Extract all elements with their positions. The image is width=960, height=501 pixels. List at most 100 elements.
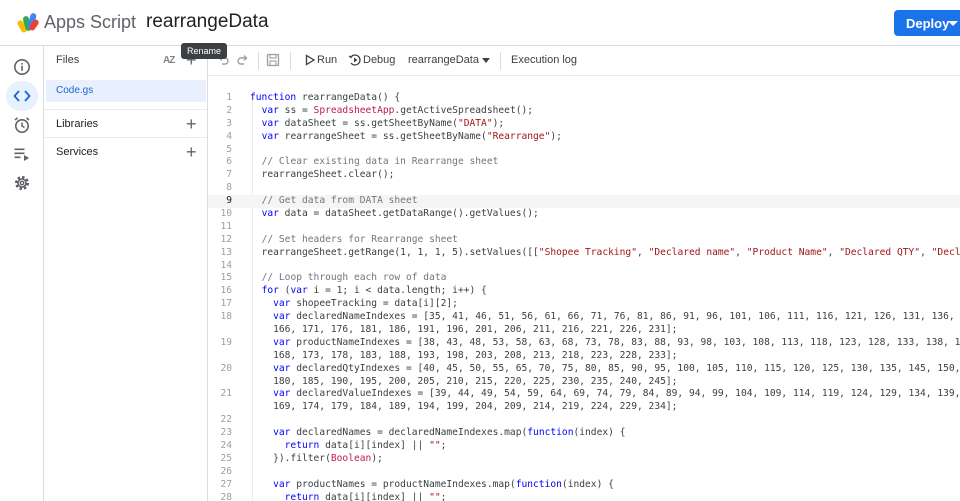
- chevron-down-icon[interactable]: [482, 58, 490, 63]
- code-text[interactable]: var ss = SpreadsheetApp.getActiveSpreads…: [250, 105, 533, 118]
- code-line[interactable]: 24 return data[i][index] || "";: [208, 440, 960, 453]
- code-text[interactable]: rearrangeSheet.getRange(1, 1, 1, 5).setV…: [250, 247, 960, 260]
- code-text[interactable]: var productNames = productNameIndexes.ma…: [250, 479, 614, 492]
- code-line[interactable]: 8: [208, 182, 960, 195]
- code-text[interactable]: }).filter(Boolean);: [250, 453, 383, 466]
- code-line[interactable]: 19 var productNameIndexes = [38, 43, 48,…: [208, 337, 960, 350]
- code-line[interactable]: 6 // Clear existing data in Rearrange sh…: [208, 156, 960, 169]
- code-token: "Product Name": [746, 246, 828, 258]
- code-text[interactable]: var rearrangeSheet = ss.getSheetByName("…: [250, 131, 562, 144]
- code-text[interactable]: var declaredNames = declaredNameIndexes.…: [250, 427, 625, 440]
- chevron-down-icon[interactable]: [948, 21, 958, 26]
- code-token: SpreadsheetApp: [313, 104, 395, 116]
- code-line[interactable]: 11: [208, 221, 960, 234]
- function-select[interactable]: rearrangeData: [408, 54, 479, 66]
- code-token: return: [284, 440, 320, 452]
- project-title[interactable]: rearrangeData: [146, 11, 269, 33]
- code-line[interactable]: 4 var rearrangeSheet = ss.getSheetByName…: [208, 131, 960, 144]
- file-item-label: Code.gs: [56, 85, 94, 96]
- code-line[interactable]: 21 var declaredValueIndexes = [39, 44, 4…: [208, 388, 960, 401]
- deploy-button[interactable]: Deploy: [894, 10, 960, 36]
- code-text[interactable]: 180, 185, 190, 195, 200, 205, 210, 215, …: [250, 376, 677, 389]
- add-service-plus-icon[interactable]: +: [186, 142, 197, 163]
- code-token: 169, 174, 179, 184, 189, 194, 199, 204, …: [250, 401, 678, 413]
- code-line[interactable]: 26: [208, 466, 960, 479]
- code-line[interactable]: 27 var productNames = productNameIndexes…: [208, 479, 960, 492]
- apps-script-logo-icon[interactable]: [16, 11, 40, 35]
- code-line[interactable]: 12 // Set headers for Rearrange sheet: [208, 234, 960, 247]
- code-text[interactable]: for (var i = 1; i < data.length; i++) {: [250, 285, 487, 298]
- code-text[interactable]: 166, 171, 176, 181, 186, 191, 196, 201, …: [250, 324, 677, 337]
- code-text[interactable]: function rearrangeData() {: [250, 92, 400, 105]
- code-line[interactable]: 3 var dataSheet = ss.getSheetByName("DAT…: [208, 118, 960, 131]
- code-token: productNameIndexes = [38, 43, 48, 53, 58…: [290, 336, 960, 348]
- editor-button[interactable]: [6, 81, 38, 111]
- code-line[interactable]: 13 rearrangeSheet.getRange(1, 1, 1, 5).s…: [208, 247, 960, 260]
- add-library-plus-icon[interactable]: +: [186, 114, 197, 135]
- code-token: rearrangeSheet.clear();: [250, 169, 395, 181]
- executions-button[interactable]: [6, 139, 38, 169]
- code-editor[interactable]: 1 function rearrangeData() {2 var ss = Sp…: [208, 76, 960, 501]
- code-text[interactable]: 169, 174, 179, 184, 189, 194, 199, 204, …: [250, 401, 677, 414]
- app-name[interactable]: Apps Script: [44, 12, 136, 33]
- play-icon[interactable]: [303, 53, 317, 67]
- code-line[interactable]: 25 }).filter(Boolean);: [208, 453, 960, 466]
- code-line[interactable]: 17 var shopeeTracking = data[i][2];: [208, 298, 960, 311]
- line-number: 2: [226, 104, 232, 116]
- code-text[interactable]: // Get data from DATA sheet: [250, 195, 418, 208]
- save-icon[interactable]: [266, 53, 280, 67]
- sort-az-icon[interactable]: AZ: [163, 55, 175, 66]
- code-text[interactable]: var declaredQtyIndexes = [40, 45, 50, 55…: [250, 363, 960, 376]
- code-text[interactable]: return data[i][index] || "";: [250, 440, 447, 453]
- overview-button[interactable]: [6, 52, 38, 82]
- code-line[interactable]: 168, 173, 178, 183, 188, 193, 198, 203, …: [208, 350, 960, 363]
- code-text[interactable]: var declaredNameIndexes = [35, 41, 46, 5…: [250, 311, 960, 324]
- code-line[interactable]: 9 // Get data from DATA sheet: [208, 195, 960, 209]
- project-settings-button[interactable]: [6, 168, 38, 198]
- code-line[interactable]: 180, 185, 190, 195, 200, 205, 210, 215, …: [208, 376, 960, 389]
- code-token: "Rearrange": [486, 130, 551, 142]
- code-text[interactable]: // Set headers for Rearrange sheet: [250, 234, 458, 247]
- debug-button[interactable]: Debug: [363, 54, 395, 66]
- redo-icon[interactable]: [236, 53, 250, 67]
- code-text[interactable]: 168, 173, 178, 183, 188, 193, 198, 203, …: [250, 350, 677, 363]
- services-section[interactable]: Services +: [44, 137, 207, 165]
- code-text[interactable]: var declaredValueIndexes = [39, 44, 49, …: [250, 388, 960, 401]
- execution-log-button[interactable]: Execution log: [511, 54, 577, 66]
- code-token: "": [429, 440, 441, 452]
- code-line[interactable]: 22: [208, 414, 960, 427]
- run-button[interactable]: Run: [317, 54, 337, 66]
- code-line[interactable]: 169, 174, 179, 184, 189, 194, 199, 204, …: [208, 401, 960, 414]
- code-token: declaredNameIndexes = [35, 41, 46, 51, 5…: [290, 311, 960, 323]
- code-text[interactable]: var dataSheet = ss.getSheetByName("DATA"…: [250, 118, 505, 131]
- code-text[interactable]: var data = dataSheet.getDataRange().getV…: [250, 208, 539, 221]
- file-item-code-gs[interactable]: Code.gs: [46, 80, 206, 102]
- code-text[interactable]: var shopeeTracking = data[i][2];: [250, 298, 458, 311]
- code-token: (index) {: [573, 427, 626, 439]
- code-line[interactable]: 20 var declaredQtyIndexes = [40, 45, 50,…: [208, 363, 960, 376]
- code-text[interactable]: rearrangeSheet.clear();: [250, 169, 395, 182]
- code-line[interactable]: 7 rearrangeSheet.clear();: [208, 169, 960, 182]
- code-line[interactable]: 2 var ss = SpreadsheetApp.getActiveSprea…: [208, 105, 960, 118]
- code-line[interactable]: 1 function rearrangeData() {: [208, 92, 960, 105]
- debug-icon[interactable]: [348, 53, 362, 67]
- code-line[interactable]: 18 var declaredNameIndexes = [35, 41, 46…: [208, 311, 960, 324]
- triggers-button[interactable]: [6, 110, 38, 140]
- code-line[interactable]: 16 for (var i = 1; i < data.length; i++)…: [208, 285, 960, 298]
- code-text[interactable]: // Clear existing data in Rearrange shee…: [250, 156, 499, 169]
- code-line[interactable]: 10 var data = dataSheet.getDataRange().g…: [208, 208, 960, 221]
- code-text[interactable]: // Loop through each row of data: [250, 272, 447, 285]
- code-line[interactable]: 15 // Loop through each row of data: [208, 272, 960, 285]
- code-line[interactable]: 14: [208, 260, 960, 273]
- code-line[interactable]: 28 return data[i][index] || "";: [208, 492, 960, 501]
- code-text[interactable]: var productNameIndexes = [38, 43, 48, 53…: [250, 337, 960, 350]
- code-line[interactable]: 23 var declaredNames = declaredNameIndex…: [208, 427, 960, 440]
- code-line[interactable]: 5: [208, 144, 960, 157]
- libraries-section[interactable]: Libraries +: [44, 109, 207, 137]
- code-text[interactable]: return data[i][index] || "";: [250, 492, 447, 501]
- code-token: function: [515, 478, 562, 490]
- code-line[interactable]: 166, 171, 176, 181, 186, 191, 196, 201, …: [208, 324, 960, 337]
- code-token: data = dataSheet.getDataRange().getValue…: [278, 208, 539, 220]
- code-area[interactable]: 1 function rearrangeData() {2 var ss = Sp…: [208, 92, 960, 501]
